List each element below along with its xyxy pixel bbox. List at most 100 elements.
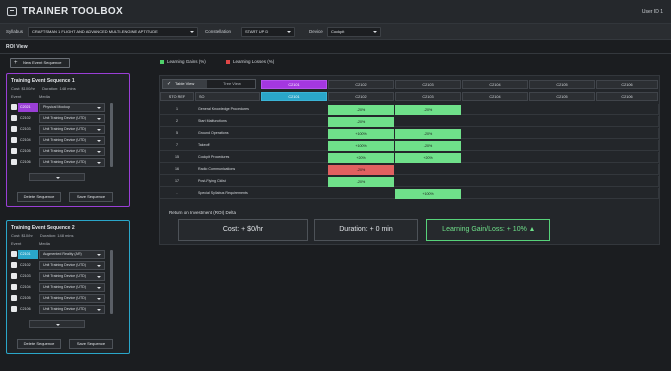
media-select[interactable]: Unit Training Device (UTD) — [39, 272, 105, 281]
media-select[interactable]: Unit Training Device (UTD) — [39, 147, 105, 156]
learning-gain-cell: -20% — [328, 117, 394, 127]
sequence-title: Training Event Sequence 2 — [11, 225, 75, 231]
event-row: C2104 Unit Training Device (UTD) — [11, 136, 125, 145]
seq2-event-header[interactable]: C2104 — [462, 92, 528, 101]
learning-gain-cell: +100% — [328, 129, 394, 139]
row-number: 1 — [176, 107, 178, 111]
event-checkbox[interactable] — [11, 251, 17, 257]
event-code[interactable]: C2103 — [18, 125, 38, 134]
event-code[interactable]: C2106 — [18, 305, 38, 314]
media-select[interactable]: Unit Training Device (UTD) — [39, 305, 105, 314]
check-icon: ✓ — [167, 81, 172, 87]
learning-gain-cell: -20% — [395, 105, 461, 115]
seq1-event-header[interactable]: C2105 — [529, 80, 595, 89]
event-checkbox[interactable] — [11, 126, 17, 132]
expand-events-button[interactable] — [29, 320, 85, 328]
media-select[interactable]: Unit Training Device (UTD) — [39, 114, 105, 123]
sequence-meta: Cost: $10/hr Duration: 148 mins — [11, 233, 74, 238]
event-code[interactable]: C2101 — [18, 250, 38, 259]
save-sequence-button[interactable]: Save Sequence — [69, 339, 113, 349]
event-code[interactable]: C2106 — [18, 158, 38, 167]
media-value: Unit Training Device (UTD) — [43, 296, 86, 300]
col-event: Event — [11, 241, 22, 246]
media-select[interactable]: Unit Training Device (UTD) — [39, 283, 105, 292]
learning-gain-cell: +20% — [395, 153, 461, 163]
delete-sequence-button[interactable]: Delete Sequence — [17, 339, 61, 349]
event-checkbox[interactable] — [11, 284, 17, 290]
new-event-sequence-button[interactable]: + New Event Sequence — [10, 58, 70, 68]
event-row: C2102 Unit Training Device (UTD) — [11, 261, 125, 270]
constellation-select[interactable]: START UP D — [241, 27, 295, 37]
roi-delta-title: Return on Investment (ROI) Delta — [169, 210, 237, 215]
seq2-event-header[interactable]: C2101 — [261, 92, 327, 101]
seq2-event-header[interactable]: C2102 — [328, 92, 394, 101]
event-code[interactable]: C2102 — [18, 261, 38, 270]
chevron-down-icon — [190, 31, 194, 33]
table-view-tab[interactable]: ✓ Table View — [163, 80, 207, 88]
seq2-event-header[interactable]: C2106 — [596, 92, 658, 101]
media-value: Unit Training Device (UTD) — [43, 285, 86, 289]
chevron-down-icon — [97, 117, 101, 120]
legend-losses: Learning Losses (%) — [226, 59, 274, 64]
event-code[interactable]: C2104 — [18, 283, 38, 292]
chevron-down-icon — [97, 139, 101, 142]
tree-view-tab[interactable]: Tree View — [209, 80, 255, 88]
device-select[interactable]: Cockpit — [327, 27, 381, 37]
seq2-event-header[interactable]: C2105 — [529, 92, 595, 101]
media-select[interactable]: Unit Training Device (UTD) — [39, 261, 105, 270]
roi-view-title: ROI View — [6, 44, 28, 50]
chevron-down-icon — [97, 253, 101, 256]
event-checkbox[interactable] — [11, 137, 17, 143]
row-name: Cockpit Procedures — [198, 155, 230, 159]
chevron-down-icon — [97, 264, 101, 267]
event-checkbox[interactable] — [11, 262, 17, 268]
sequence-card-1: Training Event Sequence 1 Cost: $100/hr … — [6, 73, 130, 207]
event-checkbox[interactable] — [11, 148, 17, 154]
user-label[interactable]: User ID 1 — [642, 9, 663, 15]
chevron-down-icon — [97, 308, 101, 311]
event-checkbox[interactable] — [11, 115, 17, 121]
event-checkbox[interactable] — [11, 295, 17, 301]
media-select[interactable]: Augmented Reality (AR) — [39, 250, 105, 259]
event-code[interactable]: C2104 — [18, 136, 38, 145]
event-code[interactable]: C2105 — [18, 294, 38, 303]
event-code[interactable]: C2021 — [18, 103, 38, 112]
seq1-event-header[interactable]: C2104 — [462, 80, 528, 89]
task-column-header: SO — [195, 92, 260, 101]
col-media: Media — [39, 241, 50, 246]
media-select[interactable]: Physical Mockup — [39, 103, 105, 112]
event-checkbox[interactable] — [11, 273, 17, 279]
save-sequence-button[interactable]: Save Sequence — [69, 192, 113, 202]
scrollbar[interactable] — [110, 250, 113, 314]
event-row: C2102 Unit Training Device (UTD) — [11, 114, 125, 123]
event-code[interactable]: C2103 — [18, 272, 38, 281]
learning-gain-cell: +100% — [395, 189, 461, 199]
learning-gain-cell: -20% — [395, 129, 461, 139]
event-checkbox[interactable] — [11, 159, 17, 165]
media-select[interactable]: Unit Training Device (UTD) — [39, 136, 105, 145]
title-bar: TRAINER TOOLBOX User ID 1 — [0, 0, 671, 24]
delete-sequence-button[interactable]: Delete Sequence — [17, 192, 61, 202]
row-name: Takeoff — [198, 143, 210, 147]
seq1-event-header[interactable]: C2106 — [596, 80, 658, 89]
media-select[interactable]: Unit Training Device (UTD) — [39, 294, 105, 303]
event-code[interactable]: C2102 — [18, 114, 38, 123]
event-checkbox[interactable] — [11, 306, 17, 312]
event-checkbox[interactable] — [11, 104, 17, 110]
expand-events-button[interactable] — [29, 173, 85, 181]
filter-bar: Syllabus CRAFTSMAN 1 FLIGHT AND ADVANCED… — [0, 24, 671, 40]
media-select[interactable]: Unit Training Device (UTD) — [39, 158, 105, 167]
seq1-event-header[interactable]: C2102 — [328, 80, 394, 89]
media-value: Unit Training Device (UTD) — [43, 138, 86, 142]
roi-cost-box: Cost: + $0/hr — [178, 219, 308, 241]
syllabus-label: Syllabus — [6, 29, 24, 34]
media-select[interactable]: Unit Training Device (UTD) — [39, 125, 105, 134]
scrollbar[interactable] — [110, 103, 113, 167]
event-code[interactable]: C2105 — [18, 147, 38, 156]
syllabus-select[interactable]: CRAFTSMAN 1 FLIGHT AND ADVANCED MULTI-EN… — [28, 27, 198, 37]
learning-gain-cell: -20% — [328, 105, 394, 115]
seq1-event-header[interactable]: C2103 — [395, 80, 461, 89]
event-row: C2104 Unit Training Device (UTD) — [11, 283, 125, 292]
seq2-event-header[interactable]: C2103 — [395, 92, 461, 101]
seq1-event-header[interactable]: C2101 — [261, 80, 327, 89]
